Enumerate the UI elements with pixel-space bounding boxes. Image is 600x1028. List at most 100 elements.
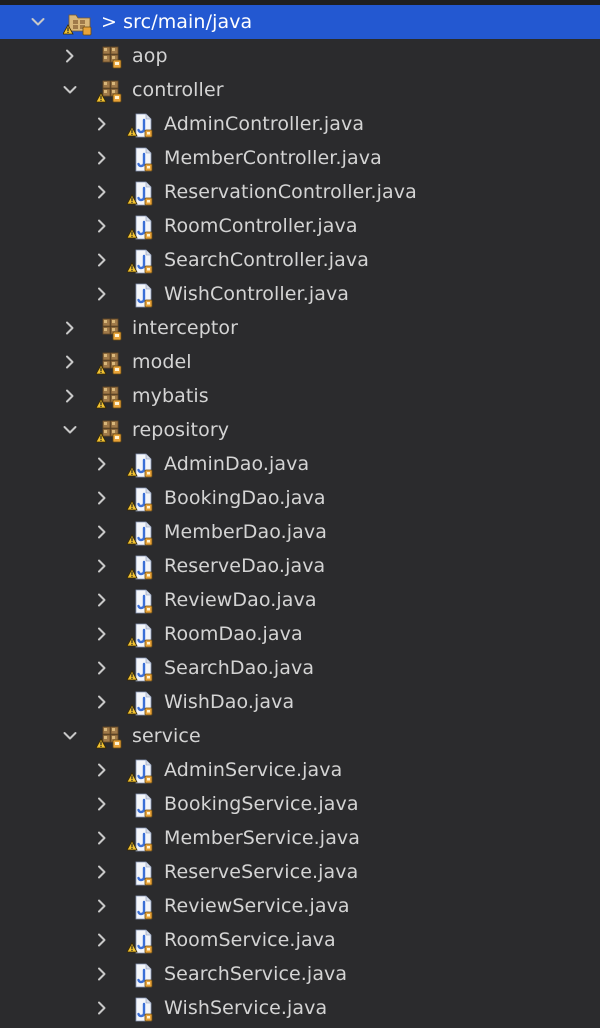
file-item-searchdao-java[interactable]: SearchDao.java — [0, 651, 600, 685]
chevron-right-icon[interactable] — [90, 855, 114, 889]
file-item-admindao-java[interactable]: AdminDao.java — [0, 447, 600, 481]
file-item-roomcontroller-java[interactable]: RoomController.java — [0, 209, 600, 243]
file-item-reviewdao-java[interactable]: ReviewDao.java — [0, 583, 600, 617]
file-item-membercontroller-java[interactable]: MemberController.java — [0, 141, 600, 175]
chevron-right-icon[interactable] — [90, 787, 114, 821]
chevron-right-icon[interactable] — [90, 549, 114, 583]
package-label: model — [132, 351, 192, 373]
java-file-warning-icon — [127, 553, 155, 581]
package-item-interceptor[interactable]: interceptor — [0, 311, 600, 345]
java-file-warning-icon — [127, 757, 155, 785]
file-item-memberdao-java[interactable]: MemberDao.java — [0, 515, 600, 549]
java-file-icon — [127, 893, 155, 921]
file-item-reviewservice-java[interactable]: ReviewService.java — [0, 889, 600, 923]
file-label: ReviewService.java — [164, 895, 350, 917]
file-item-roomservice-java[interactable]: RoomService.java — [0, 923, 600, 957]
chevron-right-icon[interactable] — [90, 651, 114, 685]
file-label: MemberDao.java — [164, 521, 327, 543]
package-icon — [96, 315, 124, 343]
java-file-icon — [127, 859, 155, 887]
file-item-searchservice-java[interactable]: SearchService.java — [0, 957, 600, 991]
file-label: MemberController.java — [164, 147, 382, 169]
chevron-right-icon[interactable] — [58, 345, 82, 379]
file-item-wishservice-java[interactable]: WishService.java — [0, 991, 600, 1025]
chevron-right-icon[interactable] — [90, 923, 114, 957]
file-item-reserveservice-java[interactable]: ReserveService.java — [0, 855, 600, 889]
package-label: service — [132, 725, 201, 747]
java-file-icon — [127, 145, 155, 173]
package-item-repository[interactable]: repository — [0, 413, 600, 447]
chevron-right-icon[interactable] — [90, 209, 114, 243]
chevron-down-icon[interactable] — [58, 719, 82, 753]
file-label: RoomDao.java — [164, 623, 303, 645]
package-warning-icon — [96, 383, 124, 411]
package-root-warning-icon — [63, 9, 92, 37]
file-label: WishController.java — [164, 283, 350, 305]
file-label: ReserveDao.java — [164, 555, 326, 577]
file-item-memberservice-java[interactable]: MemberService.java — [0, 821, 600, 855]
file-item-searchcontroller-java[interactable]: SearchController.java — [0, 243, 600, 277]
package-label: interceptor — [132, 317, 239, 339]
java-file-warning-icon — [127, 485, 155, 513]
source-folder-label: > src/main/java — [101, 11, 253, 33]
chevron-down-icon[interactable] — [58, 413, 82, 447]
file-item-admincontroller-java[interactable]: AdminController.java — [0, 107, 600, 141]
file-item-bookingdao-java[interactable]: BookingDao.java — [0, 481, 600, 515]
chevron-right-icon[interactable] — [90, 617, 114, 651]
file-label: AdminDao.java — [164, 453, 310, 475]
file-label: RoomController.java — [164, 215, 358, 237]
java-file-warning-icon — [127, 655, 155, 683]
package-warning-icon — [96, 417, 124, 445]
java-file-warning-icon — [127, 689, 155, 717]
package-item-controller[interactable]: controller — [0, 73, 600, 107]
chevron-down-icon[interactable] — [58, 73, 82, 107]
project-explorer-tree: > src/main/java aop controller AdminControl… — [0, 0, 600, 1028]
chevron-right-icon[interactable] — [90, 515, 114, 549]
tree-item-src-main-java[interactable]: > src/main/java — [0, 5, 600, 39]
chevron-right-icon[interactable] — [58, 311, 82, 345]
java-file-warning-icon — [127, 927, 155, 955]
file-label: BookingDao.java — [164, 487, 326, 509]
file-label: ReviewDao.java — [164, 589, 317, 611]
file-item-wishdao-java[interactable]: WishDao.java — [0, 685, 600, 719]
package-item-model[interactable]: model — [0, 345, 600, 379]
package-item-aop[interactable]: aop — [0, 39, 600, 73]
file-label: WishService.java — [164, 997, 328, 1019]
java-file-warning-icon — [127, 621, 155, 649]
chevron-right-icon[interactable] — [90, 481, 114, 515]
chevron-right-icon[interactable] — [90, 175, 114, 209]
file-item-adminservice-java[interactable]: AdminService.java — [0, 753, 600, 787]
file-item-roomdao-java[interactable]: RoomDao.java — [0, 617, 600, 651]
chevron-right-icon[interactable] — [58, 39, 82, 73]
chevron-right-icon[interactable] — [90, 991, 114, 1025]
chevron-right-icon[interactable] — [90, 753, 114, 787]
file-label: SearchService.java — [164, 963, 348, 985]
chevron-right-icon[interactable] — [90, 821, 114, 855]
file-item-reservedao-java[interactable]: ReserveDao.java — [0, 549, 600, 583]
java-file-warning-icon — [127, 213, 155, 241]
chevron-right-icon[interactable] — [90, 957, 114, 991]
file-item-bookingservice-java[interactable]: BookingService.java — [0, 787, 600, 821]
file-item-wishcontroller-java[interactable]: WishController.java — [0, 277, 600, 311]
file-item-reservationcontroller-java[interactable]: ReservationController.java — [0, 175, 600, 209]
java-file-warning-icon — [127, 825, 155, 853]
file-label: MemberService.java — [164, 827, 361, 849]
chevron-right-icon[interactable] — [90, 889, 114, 923]
chevron-down-icon[interactable] — [26, 5, 50, 39]
chevron-right-icon[interactable] — [90, 243, 114, 277]
chevron-right-icon[interactable] — [90, 277, 114, 311]
java-file-icon — [127, 791, 155, 819]
package-item-mybatis[interactable]: mybatis — [0, 379, 600, 413]
chevron-right-icon[interactable] — [90, 447, 114, 481]
package-label: controller — [132, 79, 224, 101]
chevron-right-icon[interactable] — [90, 685, 114, 719]
chevron-right-icon[interactable] — [90, 141, 114, 175]
chevron-right-icon[interactable] — [58, 379, 82, 413]
java-file-warning-icon — [127, 519, 155, 547]
chevron-right-icon[interactable] — [90, 583, 114, 617]
chevron-right-icon[interactable] — [90, 107, 114, 141]
file-label: RoomService.java — [164, 929, 336, 951]
file-label: AdminController.java — [164, 113, 365, 135]
package-item-service[interactable]: service — [0, 719, 600, 753]
java-file-warning-icon — [127, 451, 155, 479]
